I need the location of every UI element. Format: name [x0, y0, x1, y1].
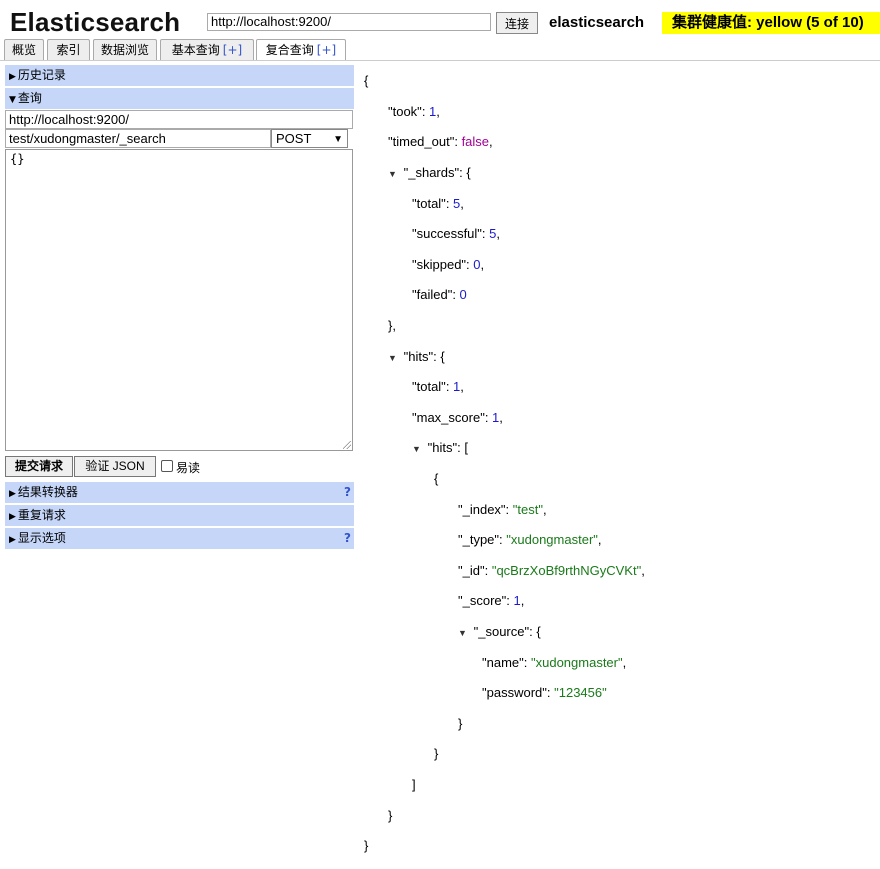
display-options-section-header[interactable]: ▶ 显示选项 ?: [5, 528, 354, 549]
tab-overview[interactable]: 概览: [4, 39, 44, 60]
repeat-request-section-header[interactable]: ▶ 重复请求: [5, 505, 354, 526]
shards-skipped-value: 0: [473, 256, 481, 272]
tab-structured-query[interactable]: 基本查询 [+]: [160, 39, 254, 60]
tab-label: 数据浏览: [100, 43, 149, 57]
cluster-url-input[interactable]: http://localhost:9200/: [207, 13, 491, 31]
source-password-value: 123456: [558, 685, 603, 701]
query-label: 查询: [17, 91, 42, 105]
tab-label: 概览: [11, 43, 36, 57]
method-select[interactable]: POST ▼: [271, 129, 348, 148]
display-options-label: 显示选项: [17, 531, 66, 545]
host-input[interactable]: http://localhost:9200/: [5, 110, 353, 129]
timed-out-value: false: [461, 134, 490, 150]
cluster-name: elasticsearch: [549, 14, 645, 31]
expand-right-icon: ▶: [9, 512, 16, 522]
response-json-viewer: { "took": 1, "timed_out": false, ▼ "_sha…: [364, 73, 645, 854]
hit-type-value: xudongmaster: [510, 532, 594, 548]
took-value: 1: [429, 103, 437, 119]
expand-right-icon: ▶: [9, 535, 16, 545]
history-section-header[interactable]: ▶ 历史记录: [5, 65, 354, 86]
source-name-value: xudongmaster: [535, 654, 618, 670]
resize-handle[interactable]: [343, 441, 351, 449]
result-transformer-label: 结果转换器: [17, 485, 78, 499]
fold-toggle-icon[interactable]: ▼: [412, 442, 424, 457]
history-label: 历史记录: [17, 68, 66, 82]
result-transformer-section-header[interactable]: ▶ 结果转换器 ?: [5, 482, 354, 503]
path-input[interactable]: test/xudongmaster/_search: [5, 129, 271, 148]
connect-button[interactable]: 连接: [496, 12, 538, 34]
chevron-down-icon: ▼: [333, 134, 343, 145]
tab-any-request[interactable]: 复合查询 [+]: [256, 39, 346, 61]
tab-label: 索引: [56, 43, 81, 57]
fold-toggle-icon[interactable]: ▼: [388, 351, 400, 366]
expand-right-icon: ▶: [9, 72, 16, 82]
pretty-checkbox[interactable]: [161, 460, 173, 472]
shards-total-value: 5: [453, 195, 461, 211]
collapse-down-icon: ▼: [9, 95, 16, 105]
request-body-text: {}: [10, 152, 25, 166]
app-title: Elasticsearch: [10, 7, 181, 37]
tab-indices[interactable]: 索引: [47, 39, 90, 60]
hit-score-value: 1: [513, 593, 521, 609]
fold-toggle-icon[interactable]: ▼: [458, 626, 470, 641]
max-score-value: 1: [492, 409, 500, 425]
hit-index-value: test: [517, 501, 539, 517]
pretty-checkbox-label: 易读: [176, 461, 201, 475]
method-value: POST: [276, 131, 312, 146]
hit-id-value: qcBrzXoBf9rthNGyCVKt: [496, 562, 637, 578]
repeat-request-label: 重复请求: [17, 508, 66, 522]
submit-request-button[interactable]: 提交请求: [5, 456, 73, 477]
help-icon[interactable]: ?: [344, 482, 351, 503]
tab-label: 基本查询: [171, 43, 220, 57]
expand-right-icon: ▶: [9, 489, 16, 499]
request-body-textarea[interactable]: {}: [5, 149, 353, 451]
shards-failed-value: 0: [459, 287, 467, 303]
tab-add-button[interactable]: [+]: [317, 43, 336, 57]
hits-total-value: 1: [453, 379, 461, 395]
fold-toggle-icon[interactable]: ▼: [388, 167, 400, 182]
query-section-header[interactable]: ▼ 查询: [5, 88, 354, 109]
validate-json-button[interactable]: 验证 JSON: [74, 456, 156, 477]
tab-label: 复合查询: [265, 43, 314, 57]
help-icon[interactable]: ?: [344, 528, 351, 549]
cluster-health-badge: 集群健康值: yellow (5 of 10): [662, 12, 880, 34]
tab-add-button[interactable]: [+]: [223, 43, 242, 57]
shards-successful-value: 5: [489, 226, 497, 242]
tab-browser[interactable]: 数据浏览: [93, 39, 157, 60]
